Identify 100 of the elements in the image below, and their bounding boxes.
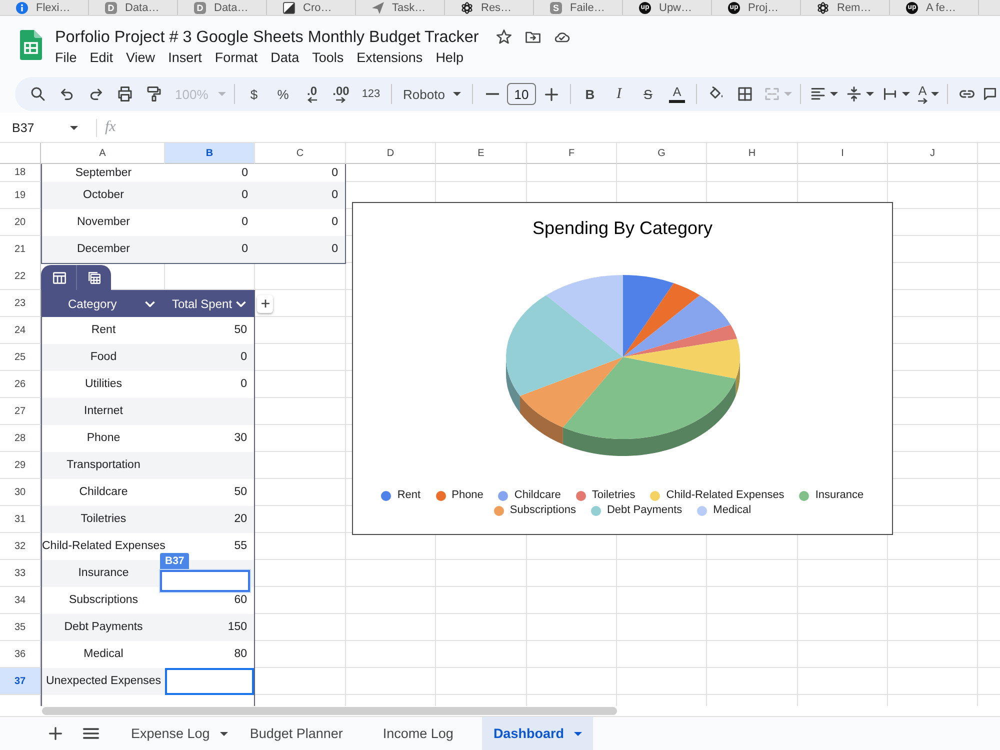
favicon-badge: D: [194, 2, 206, 14]
menu-item[interactable]: Edit: [83, 49, 120, 67]
browser-tab[interactable]: Rem…: [801, 0, 890, 15]
table-stack-icon[interactable]: [88, 272, 101, 284]
paint-roller-icon: [145, 85, 163, 103]
menu-item[interactable]: File: [48, 49, 84, 67]
arrow-right-icon: [336, 97, 346, 103]
browser-tab[interactable]: Task…: [356, 0, 445, 15]
menu-item[interactable]: Format: [208, 49, 264, 67]
table-cell: 0: [255, 236, 346, 264]
decrease-decimal-button[interactable]: .0: [298, 80, 326, 108]
sheet-tab[interactable]: Budget Planner: [238, 717, 372, 750]
font-dropdown[interactable]: Roboto: [397, 80, 467, 108]
chevron-down-icon[interactable]: [145, 300, 155, 306]
sheets-logo-icon[interactable]: [20, 30, 42, 60]
sheet-tab[interactable]: Income Log: [372, 717, 482, 750]
scrollbar-thumb[interactable]: [42, 707, 617, 715]
sheet-tab[interactable]: Expense Log: [120, 717, 239, 750]
header-label: Category: [68, 296, 117, 312]
table-cell: Rent: [41, 317, 165, 344]
row-number[interactable]: 22: [0, 263, 41, 290]
table-cell: 30: [165, 425, 255, 452]
legend-label: Child-Related Expenses: [666, 489, 784, 502]
browser-tab[interactable]: D Data…: [178, 0, 267, 15]
menu-item[interactable]: View: [120, 49, 162, 67]
caret-icon: [866, 92, 874, 96]
text-color-button[interactable]: A: [663, 80, 691, 108]
legend-label: Rent: [397, 489, 421, 502]
table-cell: Food: [41, 344, 165, 371]
document-title[interactable]: Porfolio Project # 3 Google Sheets Monthly Budget Tracker: [55, 25, 479, 49]
strikethrough-button[interactable]: S: [634, 80, 662, 108]
menu-item[interactable]: Tools: [306, 49, 350, 67]
font-size-field[interactable]: 10: [507, 83, 536, 105]
color-bar-icon: [669, 100, 685, 102]
table-icon[interactable]: [53, 272, 66, 284]
table-cell: Child-Related Expenses: [41, 533, 165, 560]
row-number[interactable]: 37: [0, 668, 41, 695]
caret-icon[interactable]: [574, 732, 582, 736]
table-cell: Utilities: [41, 371, 165, 398]
table-cell: 0: [165, 236, 255, 264]
navigation-arrow-icon: [372, 2, 384, 14]
add-column-button[interactable]: [257, 294, 273, 312]
italic-button[interactable]: I: [605, 80, 633, 108]
number-format-button[interactable]: 123: [356, 80, 386, 108]
sheet-tab[interactable]: Dashboard: [482, 717, 593, 750]
plus-icon: [260, 299, 270, 308]
chart-card[interactable]: Spending By Category Rent Phone Childcare Toiletries Child-Related Expenses Insurance Subscriptions Debt Payments Medical: [352, 202, 893, 535]
function-label: fx: [105, 119, 116, 136]
table-cell: 20: [165, 506, 255, 533]
table-cell: 80: [165, 641, 255, 668]
text-wrap-icon: [881, 85, 899, 103]
browser-tab[interactable]: Cro…: [267, 0, 356, 15]
browser-tab[interactable]: D Data…: [89, 0, 178, 15]
browser-tab[interactable]: S Faile…: [534, 0, 623, 15]
spreadsheet-grid[interactable]: [0, 143, 1000, 706]
table-cell: Internet: [41, 398, 165, 425]
chevron-down-icon[interactable]: [236, 300, 246, 306]
selected-cell[interactable]: [165, 668, 255, 695]
minus-icon: [486, 93, 498, 95]
star-icon[interactable]: [494, 28, 513, 46]
caret-icon[interactable]: [220, 732, 228, 736]
table-cell: Unexpected Expenses: [41, 668, 165, 695]
legend-label: Phone: [452, 489, 484, 502]
increase-decimal-button[interactable]: .00: [327, 80, 355, 108]
text-rotation-button[interactable]: A: [914, 80, 942, 108]
atom-icon: [817, 2, 829, 14]
half-filled-square-icon: [283, 2, 295, 14]
vertical-align-icon: [845, 85, 863, 103]
column-header[interactable]: B: [165, 143, 255, 164]
borders-icon: [736, 85, 754, 103]
caret-icon: [902, 92, 910, 96]
caret-icon: [930, 92, 938, 96]
row-number[interactable]: 21: [0, 236, 41, 264]
search-icon: [29, 85, 47, 103]
table-cell: Debt Payments: [41, 614, 165, 641]
table-cell: 0: [165, 164, 255, 182]
chart-title: Spending By Category: [532, 217, 713, 239]
menu-item[interactable]: Insert: [162, 49, 208, 67]
percent-button[interactable]: %: [269, 80, 297, 108]
name-box[interactable]: B37: [0, 116, 90, 138]
table-cell: 150: [165, 614, 255, 641]
plus-icon: [48, 727, 62, 740]
header-label: Total Spent: [172, 296, 232, 312]
legend-label: Toiletries: [592, 489, 636, 502]
legend-label: Medical: [713, 504, 752, 517]
browser-tab[interactable]: Res…: [445, 0, 534, 15]
table-cell: 0: [165, 182, 255, 209]
caret-icon: [830, 92, 838, 96]
browser-tab[interactable]: Flexi…: [0, 0, 89, 15]
legend-label: Subscriptions: [510, 504, 576, 517]
caret-icon: [218, 92, 226, 96]
arrow-right-icon: [918, 98, 928, 104]
table-cell: 50: [165, 479, 255, 506]
menu-item[interactable]: Data: [264, 49, 306, 67]
currency-button[interactable]: $: [240, 80, 268, 108]
table-cell: Medical: [41, 641, 165, 668]
menu-item[interactable]: Extensions: [350, 49, 430, 67]
bold-button[interactable]: B: [576, 80, 604, 108]
legend-label: Insurance: [815, 489, 864, 502]
menu-item[interactable]: Help: [429, 49, 470, 67]
